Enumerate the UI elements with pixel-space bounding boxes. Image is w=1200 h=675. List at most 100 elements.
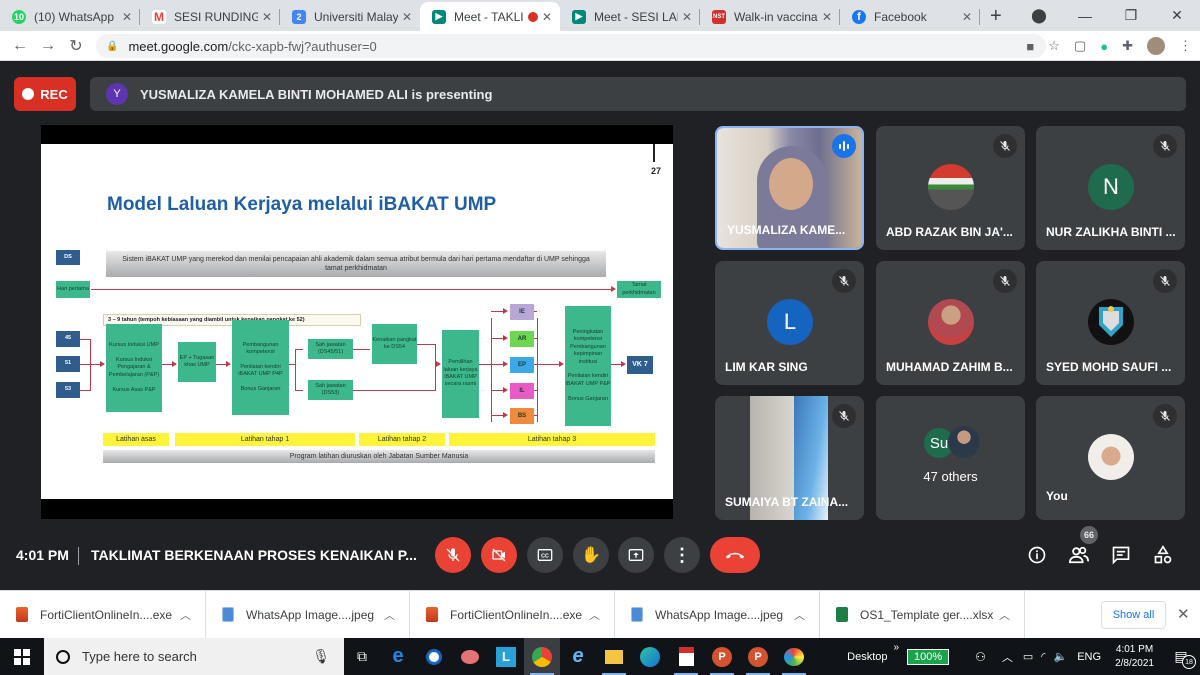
career-path-ie: IE (510, 304, 534, 320)
chevron-up-icon[interactable]: ︿ (384, 607, 395, 623)
captions-button[interactable]: CC (527, 537, 563, 573)
slide-page-number: 27 (650, 166, 661, 176)
camera-icon[interactable]: ■ (1026, 39, 1034, 54)
minimize-button[interactable]: — (1062, 8, 1108, 24)
participant-tile[interactable]: MUHAMAD ZAHIM B... (876, 261, 1025, 385)
language-indicator[interactable]: ENG (1077, 651, 1101, 663)
connector-arrow (503, 412, 508, 418)
tab-facebook[interactable]: f Facebook ✕ (840, 2, 980, 31)
paint-icon (784, 647, 804, 666)
tab-nst[interactable]: NST Walk-in vaccination ✕ (700, 2, 840, 31)
taskbar-powerpoint-1[interactable]: P (704, 638, 740, 675)
chevron-up-icon[interactable]: ︿ (999, 607, 1010, 623)
taskbar-edge[interactable] (632, 638, 668, 675)
maximize-button[interactable]: ❐ (1108, 7, 1154, 24)
extensions-puzzle-icon[interactable]: ✚ (1122, 38, 1133, 54)
participant-tile[interactable]: N NUR ZALIKHA BINTI ... (1036, 126, 1185, 250)
participant-tile[interactable]: SUMAIYA BT ZAINA... (715, 396, 864, 520)
show-hidden-icons-chevron[interactable]: ︿ (1002, 649, 1013, 665)
activities-button[interactable] (1151, 543, 1175, 567)
download-item[interactable]: WhatsApp Image....jpeg ︿ (206, 590, 410, 639)
extension-icon[interactable]: ▢ (1074, 38, 1086, 54)
participant-tile[interactable]: YUSMALIZA KAME... (715, 126, 864, 250)
address-bar[interactable]: 🔒 meet.google.com/ckc-xapb-fwj?authuser=… (96, 34, 1046, 58)
new-tab-button[interactable]: + (980, 2, 1012, 31)
taskbar-search[interactable]: Type here to search 🎙 (44, 638, 344, 675)
participant-tile[interactable]: L LIM KAR SING (715, 261, 864, 385)
tab-meet-sesi-lapor[interactable]: ▶ Meet - SESI LAPOR ✕ (560, 2, 700, 31)
taskbar-ie[interactable]: e (560, 638, 596, 675)
connector (353, 349, 370, 350)
leave-call-button[interactable] (710, 537, 760, 573)
taskbar-edge-legacy[interactable]: e (380, 638, 416, 675)
others-tile[interactable]: Su 47 others (876, 396, 1025, 520)
show-all-downloads-button[interactable]: Show all (1101, 601, 1166, 629)
grammarly-icon[interactable]: ● (1100, 39, 1108, 54)
participant-name: You (1046, 489, 1068, 503)
more-options-button[interactable]: ⋮ (664, 537, 700, 573)
close-tab-icon[interactable]: ✕ (122, 10, 132, 24)
chevron-up-icon[interactable]: ︿ (794, 607, 805, 623)
download-item[interactable]: WhatsApp Image....jpeg ︿ (615, 590, 820, 639)
participant-tile[interactable]: SYED MOHD SAUFI ... (1036, 261, 1185, 385)
people-button[interactable] (1067, 543, 1091, 567)
chevron-up-icon[interactable]: ︿ (589, 607, 600, 623)
action-center-button[interactable]: ▤ 18 (1168, 638, 1196, 675)
taskbar-snipping-tool[interactable] (452, 638, 488, 675)
task-view-button[interactable]: ⧉ (344, 638, 380, 675)
tab-search-icon[interactable]: ⬤ (1016, 7, 1062, 24)
people-icon[interactable]: ⚇ (975, 650, 986, 664)
tab-title: Facebook (874, 9, 927, 24)
tab-calendar[interactable]: 2 Universiti Malaysia ✕ (280, 2, 420, 31)
battery-icon[interactable]: ▭ (1023, 650, 1033, 663)
taskbar-lync[interactable]: L (488, 638, 524, 675)
close-tab-icon[interactable]: ✕ (542, 10, 552, 24)
taskbar-clock[interactable]: 4:01 PM 2/8/2021 (1115, 643, 1154, 670)
taskbar-pdf[interactable] (668, 638, 704, 675)
download-item[interactable]: FortiClientOnlineIn....exe ︿ (0, 590, 206, 639)
present-now-button[interactable] (618, 537, 654, 573)
close-window-button[interactable]: ✕ (1154, 7, 1200, 24)
taskbar-webcam-app[interactable] (416, 638, 452, 675)
close-tab-icon[interactable]: ✕ (402, 10, 412, 24)
pembangunan-box: Pembangunan kompetensi Penilaian kendiri… (232, 320, 289, 415)
reload-button[interactable]: ↻ (62, 36, 90, 56)
participant-tile[interactable]: ABD RAZAK BIN JA'... (876, 126, 1025, 250)
chat-button[interactable] (1109, 543, 1133, 567)
close-tab-icon[interactable]: ✕ (822, 10, 832, 24)
close-downloads-icon[interactable]: ✕ (1177, 605, 1190, 623)
meeting-details-button[interactable] (1025, 543, 1049, 567)
taskbar-file-explorer[interactable] (596, 638, 632, 675)
download-item[interactable]: OS1_Template ger....xlsx ︿ (820, 590, 1025, 639)
raise-hand-button[interactable]: ✋ (573, 537, 609, 573)
bookmark-star-icon[interactable]: ☆ (1048, 38, 1060, 54)
close-tab-icon[interactable]: ✕ (962, 10, 972, 24)
connector (417, 344, 435, 345)
close-tab-icon[interactable]: ✕ (682, 10, 692, 24)
mic-toggle-button[interactable] (435, 537, 471, 573)
taskbar-powerpoint-2[interactable]: P (740, 638, 776, 675)
self-tile[interactable]: You (1036, 396, 1185, 520)
toolbar-overflow-icon[interactable]: » (894, 642, 900, 653)
tab-whatsapp[interactable]: 10 (10) WhatsApp ✕ (0, 2, 140, 31)
start-button[interactable] (0, 638, 44, 675)
forward-button[interactable]: → (34, 37, 62, 55)
microphone-icon[interactable]: 🎙 (312, 648, 330, 665)
taskbar-chrome[interactable] (524, 638, 560, 675)
desktop-toolbar-label[interactable]: Desktop (847, 651, 887, 663)
grade-53-box: 53 (56, 382, 80, 398)
taskbar-paint[interactable] (776, 638, 812, 675)
camera-toggle-button[interactable] (481, 537, 517, 573)
presentation-view[interactable]: 27 Model Laluan Kerjaya melalui iBAKAT U… (41, 125, 673, 519)
wifi-icon[interactable]: ◜ (1041, 650, 1045, 663)
profile-avatar[interactable] (1147, 37, 1165, 55)
volume-icon[interactable]: 🔈 (1054, 650, 1068, 663)
download-item[interactable]: FortiClientOnlineIn....exe ︿ (410, 590, 615, 639)
close-tab-icon[interactable]: ✕ (262, 10, 272, 24)
camera-off-icon (492, 548, 506, 562)
back-button[interactable]: ← (6, 37, 34, 55)
tab-meet-taklimat[interactable]: ▶ Meet - TAKLIMAT ✕ (420, 2, 560, 31)
chevron-up-icon[interactable]: ︿ (180, 607, 191, 623)
browser-menu-icon[interactable]: ⋮ (1179, 38, 1192, 54)
tab-gmail[interactable]: M SESI RUNDINGAN ✕ (140, 2, 280, 31)
